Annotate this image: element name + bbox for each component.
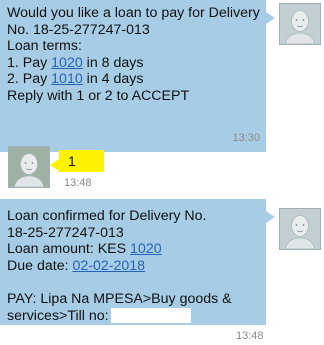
incoming-message-bubble[interactable]: Would you like a loan to pay for Deliver… — [0, 0, 275, 152]
message-text: services>Till no: — [7, 307, 109, 324]
user-avatar-icon[interactable] — [8, 146, 50, 188]
outgoing-message-bubble[interactable]: 1 — [50, 150, 104, 172]
message-line: 1. Pay 1020 in 8 days — [7, 55, 266, 72]
message-text: in 8 days — [82, 54, 144, 71]
amount-link[interactable]: 1020 — [130, 241, 162, 257]
incoming-message-bubble[interactable]: Loan confirmed for Delivery No. 18-25-27… — [0, 199, 275, 325]
message-text: 1. Pay — [7, 54, 52, 71]
message-text: 2. Pay — [7, 71, 52, 88]
message-line: Would you like a loan to pay for Deliver… — [7, 5, 260, 21]
message-line: 18-25-277247-013 — [7, 224, 124, 241]
message-line: services>Till no: — [7, 308, 266, 325]
amount-link[interactable]: 1020 — [51, 55, 83, 71]
message-timestamp: 13:48 — [236, 330, 264, 342]
message-text: in 4 days — [82, 71, 144, 88]
contact-avatar-icon[interactable] — [279, 208, 321, 250]
message-text: Due date: — [7, 257, 73, 274]
redacted-till-number — [110, 308, 191, 324]
message-text: Loan amount: KES — [7, 241, 131, 258]
message-line: Loan amount: KES 1020 — [7, 241, 266, 258]
message-line: Reply with 1 or 2 to ACCEPT — [7, 87, 190, 104]
message-timestamp: 13:48 — [64, 177, 92, 189]
date-link[interactable]: 02-02-2018 — [72, 258, 145, 274]
message-line: Loan terms: — [7, 38, 82, 55]
contact-avatar-icon[interactable] — [279, 3, 321, 45]
message-text: 1 — [68, 153, 76, 169]
message-line: PAY: Lipa Na MPESA>Buy goods & — [7, 290, 232, 307]
message-line: 2. Pay 1010 in 4 days — [7, 71, 266, 88]
message-line: No. 18-25-277247-013 — [7, 21, 150, 38]
message-line: Loan confirmed for Delivery No. — [7, 208, 207, 224]
message-line: Due date: 02-02-2018 — [7, 258, 266, 275]
message-timestamp: 13:30 — [232, 132, 260, 145]
amount-link[interactable]: 1010 — [51, 71, 83, 87]
